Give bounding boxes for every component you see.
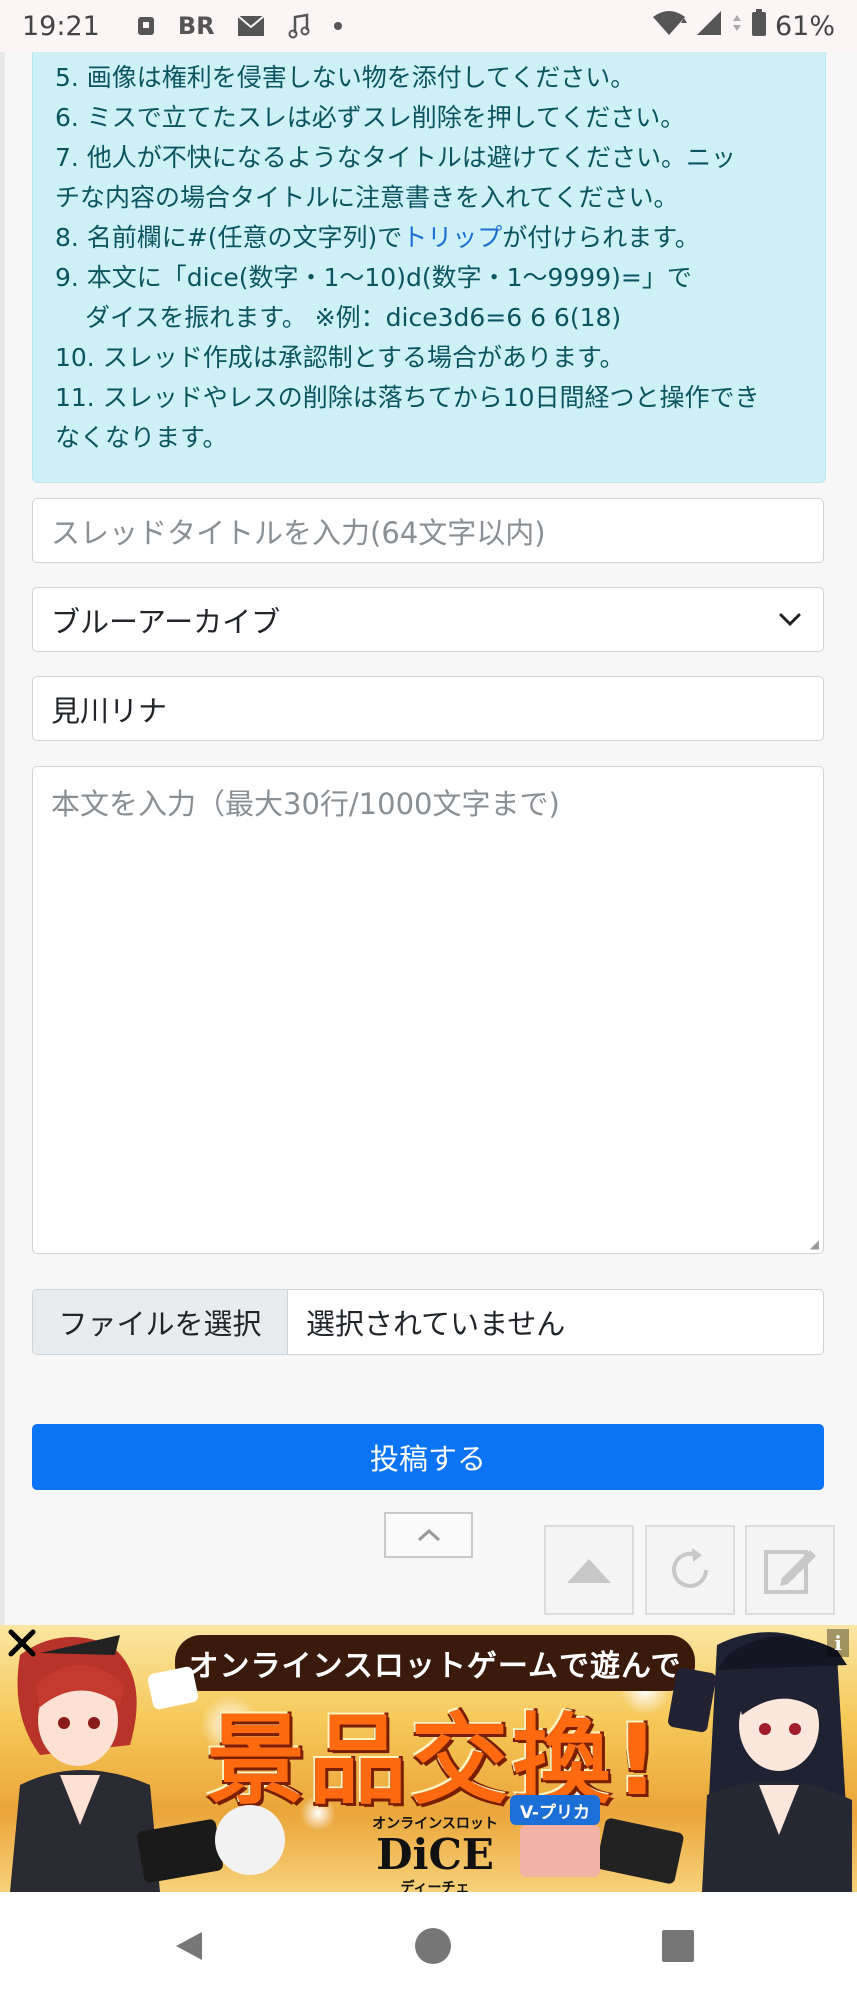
rule-7-cont: チな内容の場合タイトルに注意書きを入れてください。 bbox=[55, 183, 679, 212]
back-button[interactable] bbox=[160, 1918, 216, 1974]
music-icon bbox=[287, 13, 311, 39]
name-value: 見川リナ bbox=[51, 693, 168, 728]
food-image bbox=[520, 1825, 600, 1877]
clock: 19:21 bbox=[22, 10, 100, 42]
page-up-button[interactable] bbox=[544, 1525, 634, 1615]
rule-5: 5. 画像は権利を侵害しない物を添付してください。 bbox=[55, 63, 636, 92]
battery-icon bbox=[751, 8, 767, 44]
file-status: 選択されていません bbox=[306, 1307, 566, 1341]
home-button[interactable] bbox=[405, 1918, 461, 1974]
reload-button[interactable] bbox=[645, 1525, 735, 1615]
rule-9-cont: ダイスを振れます。 ※例：dice3d6=6 6 6(18) bbox=[85, 303, 622, 332]
home-circle-icon bbox=[415, 1928, 451, 1964]
chevron-down-icon bbox=[775, 605, 805, 635]
trip-link[interactable]: トリップ bbox=[402, 223, 502, 252]
submit-button[interactable]: 投稿する bbox=[32, 1424, 824, 1490]
br-icon: BR bbox=[177, 12, 215, 40]
chevron-up-icon bbox=[417, 1528, 440, 1542]
posting-rules: 5. 画像は権利を侵害しない物を添付してください。 6. ミスで立てたスレは必ず… bbox=[32, 52, 826, 483]
reload-icon bbox=[672, 1548, 708, 1588]
compose-button[interactable] bbox=[745, 1525, 835, 1615]
signal-icon bbox=[695, 9, 723, 44]
signal-icon bbox=[731, 9, 743, 44]
rule-8: 8. 名前欄に#(任意の文字列)でトリップが付けられます。 bbox=[55, 223, 700, 252]
page-content: 5. 画像は権利を侵害しない物を添付してください。 6. ミスで立てたスレは必ず… bbox=[0, 52, 857, 1625]
file-input[interactable]: ファイルを選択 選択されていません bbox=[32, 1289, 824, 1355]
device-image bbox=[215, 1805, 285, 1875]
recents-button[interactable] bbox=[650, 1918, 706, 1974]
body-placeholder: 本文を入力（最大30行/1000文字まで) bbox=[51, 787, 560, 821]
navigation-bar bbox=[0, 1892, 857, 2000]
rule-11-cont: なくなります。 bbox=[55, 423, 228, 452]
lock-icon bbox=[136, 15, 156, 37]
ad-banner[interactable]: オンラインスロットゲームで遊んで 景品交換! V-プリカ オンラインスロット D… bbox=[0, 1625, 857, 1892]
rule-11: 11. スレッドやレスの削除は落ちてから10日間経つと操作でき bbox=[55, 383, 760, 412]
thread-title-input[interactable]: スレッドタイトルを入力(64文字以内) bbox=[32, 498, 824, 563]
status-bar: 19:21 BR 61% bbox=[0, 0, 857, 52]
gift-card-image bbox=[595, 1817, 685, 1885]
scroll-top-button[interactable] bbox=[384, 1512, 473, 1558]
character-right-image bbox=[702, 1632, 852, 1892]
ad-big-text: 景品交換! bbox=[206, 1704, 664, 1818]
rule-7: 7. 他人が不快になるようなタイトルは避けてください。ニッ bbox=[55, 143, 737, 172]
vprica-badge: V-プリカ bbox=[510, 1795, 600, 1825]
rule-6: 6. ミスで立てたスレは必ずスレ削除を押してください。 bbox=[55, 103, 686, 132]
rule-10: 10. スレッド作成は承認制とする場合があります。 bbox=[55, 343, 625, 372]
back-triangle-icon bbox=[176, 1932, 202, 1960]
recents-square-icon bbox=[662, 1930, 694, 1962]
resize-grip-icon[interactable]: ◢ bbox=[810, 1237, 819, 1251]
triangle-up-icon bbox=[567, 1559, 611, 1583]
edit-icon bbox=[764, 1550, 816, 1594]
choose-file-button[interactable]: ファイルを選択 bbox=[33, 1290, 288, 1354]
ad-brand-logo: オンラインスロット DiCE ディーチェ bbox=[372, 1816, 498, 1892]
page-edge bbox=[0, 52, 5, 1625]
battery-percent: 61% bbox=[774, 10, 835, 42]
name-field[interactable]: 見川リナ bbox=[32, 676, 824, 741]
category-value: ブルーアーカイブ bbox=[51, 604, 281, 639]
mail-icon bbox=[236, 15, 265, 37]
close-icon[interactable] bbox=[6, 1627, 38, 1659]
dot-icon bbox=[333, 21, 343, 31]
category-select[interactable]: ブルーアーカイブ bbox=[32, 587, 824, 652]
wifi-icon bbox=[651, 9, 687, 44]
info-icon[interactable]: i bbox=[827, 1629, 849, 1657]
rule-9: 9. 本文に「dice(数字・1〜10)d(数字・1〜9999)=」で bbox=[55, 263, 692, 292]
body-textarea[interactable]: 本文を入力（最大30行/1000文字まで) ◢ bbox=[32, 766, 824, 1254]
title-placeholder: スレッドタイトルを入力(64文字以内) bbox=[51, 515, 546, 550]
